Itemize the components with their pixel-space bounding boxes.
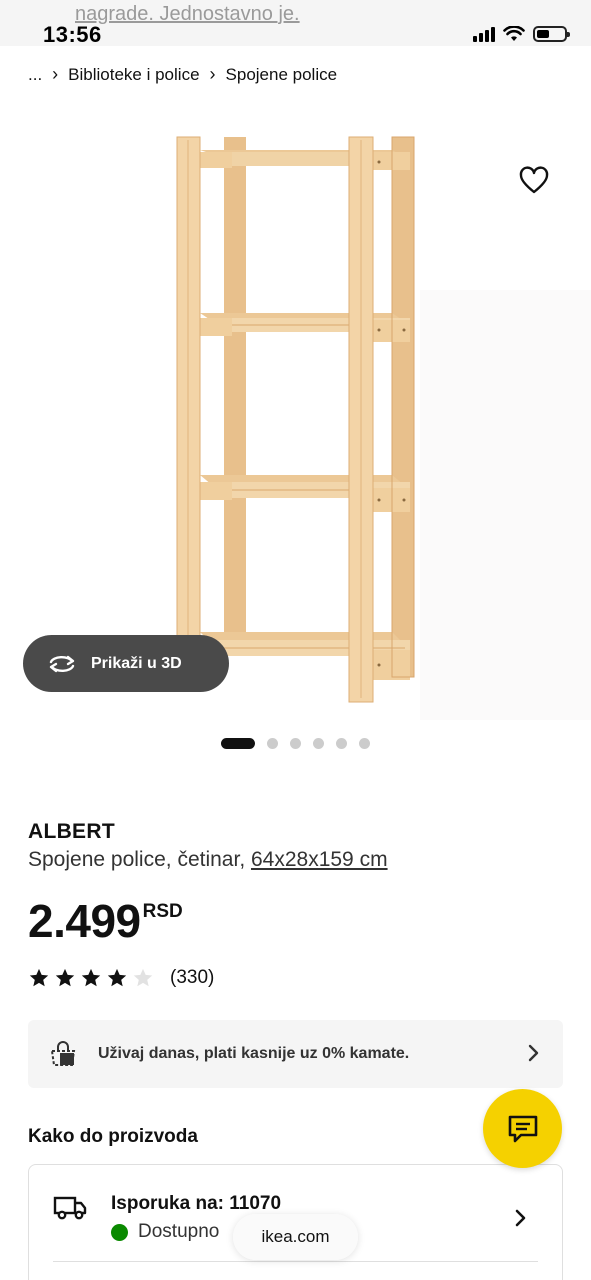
breadcrumb: ... › Biblioteke i police › Spojene poli…	[28, 64, 337, 85]
star-icon	[107, 968, 127, 987]
product-type: Spojene police, četinar,	[28, 848, 251, 871]
browser-url-bar[interactable]: ikea.com	[233, 1214, 358, 1260]
carousel-dot[interactable]	[290, 738, 301, 749]
carousel-dot[interactable]	[336, 738, 347, 749]
price: 2.499 RSD	[28, 895, 183, 947]
wifi-icon	[503, 26, 525, 41]
star-icon	[81, 968, 101, 987]
banner-link-text[interactable]: nagrade. Jednostavno je.	[75, 2, 300, 26]
chevron-right-icon	[515, 1209, 526, 1227]
carousel-dots	[221, 738, 370, 749]
heart-icon[interactable]	[518, 165, 550, 197]
star-icon	[55, 968, 75, 987]
availability-text: Dostupno	[138, 1221, 220, 1242]
carousel-dot-active[interactable]	[221, 738, 255, 749]
clock: 13:56	[43, 22, 102, 47]
installment-banner[interactable]: Uživaj danas, plati kasnije uz 0% kamate…	[28, 1020, 563, 1088]
review-count[interactable]: (330)	[170, 967, 214, 989]
price-currency: RSD	[142, 901, 183, 922]
product-description: Spojene police, četinar, 64x28x159 cm	[28, 848, 388, 872]
breadcrumb-separator-icon: ›	[209, 64, 216, 84]
signal-icon	[473, 26, 495, 42]
price-amount: 2.499	[28, 895, 141, 947]
carousel-dot[interactable]	[267, 738, 278, 749]
chat-button[interactable]	[483, 1089, 562, 1168]
divider	[53, 1261, 538, 1262]
rotate-3d-icon	[49, 655, 75, 672]
view-3d-label: Prikaži u 3D	[91, 654, 182, 672]
breadcrumb-item-shelving[interactable]: Biblioteke i police	[68, 65, 199, 85]
carousel-dot[interactable]	[359, 738, 370, 749]
delivery-postcode: Isporuka na: 11070	[111, 1193, 282, 1214]
installment-icon	[50, 1041, 76, 1066]
breadcrumb-item-shelf-units[interactable]: Spojene police	[226, 65, 338, 85]
browser-url: ikea.com	[261, 1227, 330, 1246]
star-icon	[29, 968, 49, 987]
battery-icon	[533, 26, 570, 42]
available-status-dot	[111, 1223, 128, 1241]
chat-icon	[508, 1115, 537, 1142]
product-image[interactable]	[0, 110, 591, 720]
carousel-dot[interactable]	[313, 738, 324, 749]
breadcrumb-separator-icon: ›	[52, 64, 59, 84]
installment-text: Uživaj danas, plati kasnije uz 0% kamate…	[98, 1045, 410, 1062]
star-empty-icon	[133, 968, 153, 987]
rating[interactable]: (330)	[28, 967, 214, 989]
section-title-delivery: Kako do proizvoda	[28, 1126, 198, 1147]
availability-status: Dostupno	[111, 1221, 219, 1243]
status-icons	[473, 26, 570, 42]
breadcrumb-ellipsis[interactable]: ...	[28, 65, 42, 85]
status-bar: nagrade. Jednostavno je. 13:56	[0, 0, 591, 47]
truck-icon	[53, 1196, 87, 1220]
product-dimensions-link[interactable]: 64x28x159 cm	[251, 848, 388, 871]
product-name: ALBERT	[28, 820, 115, 843]
view-3d-button[interactable]: Prikaži u 3D	[23, 635, 229, 692]
chevron-right-icon	[528, 1044, 539, 1062]
